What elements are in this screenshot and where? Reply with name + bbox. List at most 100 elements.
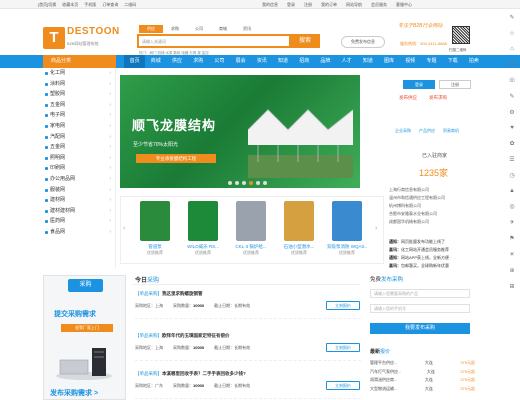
logo-text[interactable]: DESTOON [67, 26, 120, 37]
quote-row[interactable]: 润滑油供应商... 大连 379元起 [370, 376, 475, 385]
phone-icon[interactable]: ☏ [508, 77, 516, 84]
notice-item[interactable]: 喜讯：包邮惠买，全球购新年优惠 [389, 262, 478, 270]
company-item[interactable]: 温州市和信通供应工程有限公司 [389, 194, 478, 202]
sidebar-item[interactable]: 印刷网 [43, 163, 115, 174]
target-icon[interactable]: ◎ [509, 203, 514, 210]
free-post-button[interactable]: 免费发布信息 [341, 36, 385, 48]
logo-mark[interactable]: T [43, 27, 65, 49]
hero-banner[interactable]: 顺飞龙膜结构 至少节省70%太阳光 专业承接膜结构工程 [120, 75, 360, 188]
register-button[interactable]: 注册 [439, 80, 471, 89]
plus-icon[interactable]: ⊕ [509, 267, 514, 274]
quote-row[interactable]: 管理平台供应... 大连 379元起 [370, 359, 475, 368]
sidebar-item[interactable]: 汽配网 [43, 132, 115, 143]
carousel-dot[interactable] [249, 181, 253, 185]
sidebar-item[interactable]: 塑胶网 [43, 89, 115, 100]
grid-icon[interactable]: ⊞ [509, 283, 514, 290]
nav-item[interactable]: 图库 [378, 55, 399, 68]
purchase-promo-banner[interactable]: 采购 提交采购需求 坐等厂家上门 发布采购需求 > [43, 275, 126, 400]
nav-item[interactable]: 专题 [421, 55, 442, 68]
login-button[interactable]: 登录 [403, 80, 435, 89]
sidebar-item[interactable]: 办公用品网 [43, 174, 115, 185]
quote-button[interactable]: 立刻报价 [326, 343, 360, 352]
topbar-link[interactable]: 订单查询 [102, 2, 118, 8]
edit-icon[interactable]: ✎ [509, 14, 514, 21]
menu-icon[interactable]: ☰ [509, 156, 514, 163]
product-card[interactable]: WILO威乐 RS... 优质推荐 [183, 201, 223, 263]
topbar-link[interactable]: 我的信息 [262, 2, 278, 8]
category-menu-button[interactable]: 商品分类 [43, 55, 116, 68]
star-icon[interactable]: ☆ [509, 30, 514, 37]
nav-item[interactable]: 品牌 [315, 55, 336, 68]
product-card[interactable]: 石油小型潜水... 优质推荐 [279, 201, 319, 263]
company-item[interactable]: 成都国华机械有限公司 [389, 218, 478, 226]
topbar-link[interactable]: 二维码 [124, 2, 136, 8]
search-tab[interactable]: 公司 [187, 25, 211, 33]
up-icon[interactable]: ▲ [509, 188, 515, 194]
sidebar-item[interactable]: 医药网 [43, 216, 115, 227]
sidebar-item[interactable]: 涂料网 [43, 79, 115, 90]
topbar-link[interactable]: 手机版 [84, 2, 96, 8]
carousel-dot[interactable] [263, 181, 267, 185]
nav-item[interactable]: 招商 [294, 55, 315, 68]
quote-row[interactable]: 大型物流运输... 大连 379元起 [370, 385, 475, 394]
nav-item[interactable]: 展会 [230, 55, 251, 68]
topbar-link[interactable]: 收藏本页 [62, 2, 78, 8]
nav-item[interactable]: 知道 [357, 55, 378, 68]
product-field[interactable]: 请输入您需要采购的产品 [370, 289, 470, 298]
gear-icon[interactable]: ⚙ [509, 109, 514, 116]
product-card[interactable]: 双吸泵消防 WQAS... 优质推荐 [327, 201, 367, 263]
heart-icon[interactable]: ♥ [510, 125, 514, 131]
flag-icon[interactable]: ⚑ [509, 235, 514, 242]
sidebar-item[interactable]: 化工网 [43, 68, 115, 79]
panel-tag[interactable]: 企业采购 [395, 128, 411, 134]
topbar-link[interactable]: 会员服务 [371, 2, 387, 8]
publish-supply-link[interactable]: 发布供应 [399, 95, 417, 101]
sidebar-item[interactable]: 建材建材网 [43, 206, 115, 217]
search-tab[interactable]: 供应 [139, 25, 163, 33]
phone-field[interactable]: 请输入您的手机号 [370, 304, 470, 313]
notice-item[interactable]: 通知：网页批量发布功能上线了 [389, 238, 478, 246]
chevron-right-icon[interactable]: › [375, 225, 377, 232]
home-icon[interactable]: ⌂ [510, 46, 514, 52]
request-title[interactable]: 【单品采购】我这里求购螺旋钢管 [135, 291, 203, 297]
carousel-dot[interactable] [256, 181, 260, 185]
nav-item[interactable]: 知道 [272, 55, 293, 68]
sidebar-item[interactable]: 电子网 [43, 110, 115, 121]
carousel-dot[interactable] [235, 181, 239, 185]
nav-item[interactable]: 公司 [209, 55, 230, 68]
nav-item[interactable]: 求购 [188, 55, 209, 68]
search-tab[interactable]: 求购 [163, 25, 187, 33]
sidebar-item[interactable]: 照明网 [43, 153, 115, 164]
search-input[interactable]: 请输入关键词 [137, 34, 291, 48]
panel-tag[interactable]: 贸易商机 [443, 128, 459, 134]
product-card[interactable]: 管道泵 优质推荐 [135, 201, 175, 263]
nav-item[interactable]: 首页 [124, 55, 146, 68]
panel-tag[interactable]: 产品供应 [419, 128, 435, 134]
quote-button[interactable]: 立刻报价 [326, 381, 360, 390]
nav-item[interactable]: 商城 [145, 55, 166, 68]
publish-buy-link[interactable]: 发布求购 [429, 95, 447, 101]
carousel-dot[interactable] [242, 181, 246, 185]
search-tab[interactable]: 资讯 [235, 25, 259, 33]
company-item[interactable]: 杭州博科有限公司 [389, 202, 478, 210]
nav-item[interactable]: 人才 [336, 55, 357, 68]
clock-icon[interactable]: ◷ [509, 172, 514, 179]
nav-item[interactable]: 拍卖 [463, 55, 484, 68]
search-button[interactable]: 搜索 [290, 34, 320, 48]
nav-item[interactable]: 下载 [442, 55, 463, 68]
topbar-link[interactable]: 客服中心 [396, 2, 412, 8]
request-title[interactable]: 【单品采购】本溪哪里回收手表？二手手表回收多少钱? [135, 371, 246, 377]
plane-icon[interactable]: ✈ [509, 219, 514, 226]
flower-icon[interactable]: ✿ [509, 140, 514, 147]
chevron-left-icon[interactable]: ‹ [123, 225, 125, 232]
quote-button[interactable]: 立刻报价 [326, 301, 360, 310]
promo-line-3[interactable]: 发布采购需求 > [50, 388, 98, 398]
notice-item[interactable]: 通知：网站APP获上线，全新方便 [389, 254, 478, 262]
notice-item[interactable]: 喜讯：化工网站开通会员服务推荐 [389, 246, 478, 254]
company-item[interactable]: 上海行商信息有限公司 [389, 186, 478, 194]
sidebar-item[interactable]: 服装网 [43, 185, 115, 196]
quote-row[interactable]: 汽车打气泵供应... 大连 379元起 [370, 368, 475, 377]
sidebar-item[interactable]: 五金网 [43, 100, 115, 111]
sidebar-item[interactable]: 五金网 [43, 142, 115, 153]
nav-item[interactable]: 供应 [166, 55, 187, 68]
